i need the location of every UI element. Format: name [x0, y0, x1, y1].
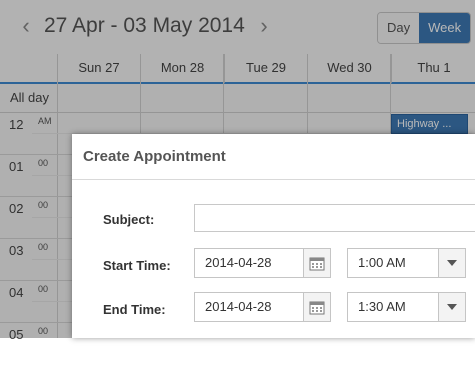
- end-date-value: 2014-04-28: [205, 299, 272, 314]
- dialog-title: Create Appointment: [83, 148, 226, 165]
- start-time-value: 1:00 AM: [358, 255, 406, 270]
- create-appointment-dialog: Create Appointment Subject: Start Time: …: [72, 134, 475, 338]
- start-date-value: 2014-04-28: [205, 255, 272, 270]
- start-time-picker[interactable]: 1:00 AM: [347, 248, 466, 278]
- dialog-divider: [72, 179, 475, 180]
- chevron-down-icon[interactable]: [438, 293, 465, 321]
- end-time-label: End Time:: [103, 302, 166, 317]
- chevron-down-icon[interactable]: [438, 249, 465, 277]
- start-date-picker[interactable]: 2014-04-28: [194, 248, 331, 278]
- subject-label: Subject:: [103, 212, 155, 227]
- end-time-picker[interactable]: 1:30 AM: [347, 292, 466, 322]
- end-date-picker[interactable]: 2014-04-28: [194, 292, 331, 322]
- end-time-value: 1:30 AM: [358, 299, 406, 314]
- calendar-icon[interactable]: [303, 249, 330, 277]
- subject-input[interactable]: [194, 204, 475, 232]
- start-time-label: Start Time:: [103, 258, 171, 273]
- calendar-icon[interactable]: [303, 293, 330, 321]
